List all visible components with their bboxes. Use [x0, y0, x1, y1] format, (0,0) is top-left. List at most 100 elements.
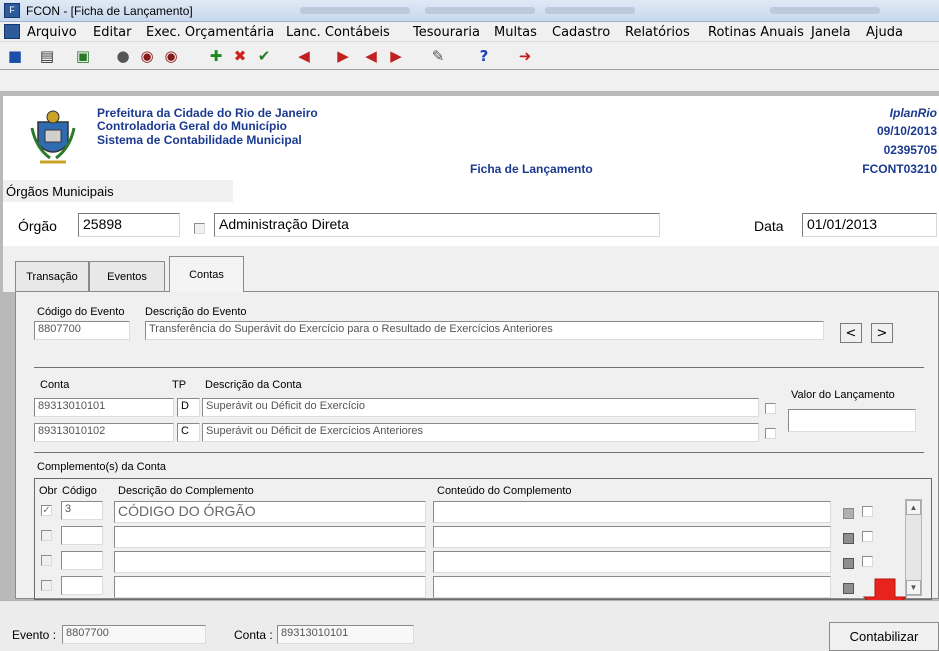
complementos-label: Complemento(s) da Conta: [37, 461, 167, 473]
header-user-id: 02395705: [883, 143, 937, 157]
lov-button[interactable]: [843, 558, 854, 569]
menu-ajuda[interactable]: Ajuda: [866, 25, 903, 40]
menu-cadastro[interactable]: Cadastro: [552, 25, 610, 40]
next-record-icon[interactable]: ▶: [385, 45, 407, 67]
data-label: Data: [754, 218, 784, 234]
conta-checkbox[interactable]: [765, 428, 776, 439]
org-line-1: Prefeitura da Cidade do Rio de Janeiro: [97, 106, 318, 120]
orgao-label: Órgão: [18, 218, 57, 234]
menu-tesouraria[interactable]: Tesouraria: [413, 25, 480, 40]
footer-conta-label: Conta :: [234, 628, 273, 642]
previous-event-button[interactable]: <: [840, 323, 862, 343]
tab-contas[interactable]: Contas: [169, 256, 244, 292]
previous-record-icon[interactable]: ◀: [360, 45, 382, 67]
tab-eventos[interactable]: Eventos: [89, 261, 165, 292]
lov-button[interactable]: [843, 533, 854, 544]
menu-rotinas-anuais[interactable]: Rotinas Anuais: [708, 25, 804, 40]
divider: [34, 452, 924, 453]
descricao-conta-field[interactable]: Superávit ou Déficit de Exercícios Anter…: [202, 423, 759, 442]
obr-label: Obr: [39, 485, 58, 497]
toolbar-spacer: [0, 70, 939, 91]
row-checkbox[interactable]: [862, 556, 873, 567]
tp-label: TP: [172, 379, 187, 391]
help-icon[interactable]: ?: [473, 45, 495, 67]
descricao-complemento-field[interactable]: [114, 526, 426, 548]
descricao-complemento-field[interactable]: [114, 576, 426, 598]
footer-conta-field: 89313010101: [277, 625, 414, 644]
query-icon[interactable]: ●: [112, 45, 134, 67]
codigo-evento-field[interactable]: 8807700: [34, 321, 130, 340]
codigo-complemento-field[interactable]: [61, 576, 103, 595]
conteudo-complemento-field[interactable]: [433, 526, 831, 548]
tp-field[interactable]: D: [177, 398, 200, 417]
menu-lanc-contabeis[interactable]: Lanc. Contábeis: [286, 25, 390, 40]
descricao-conta-field[interactable]: Superávit ou Déficit do Exercício: [202, 398, 759, 417]
form-title: Ficha de Lançamento: [470, 162, 593, 176]
menu-editar[interactable]: Editar: [93, 25, 132, 40]
menu-relatorios[interactable]: Relatórios: [625, 25, 690, 40]
obr-checkbox[interactable]: [41, 530, 52, 541]
contabilizar-button[interactable]: Contabilizar: [829, 622, 939, 651]
conta-label: Conta: [40, 379, 70, 391]
descricao-complemento-field[interactable]: [114, 551, 426, 573]
tab-transacao[interactable]: Transação: [15, 261, 89, 292]
lov-button[interactable]: [843, 583, 854, 594]
conta-field[interactable]: 89313010101: [34, 398, 174, 417]
row-checkbox[interactable]: [862, 531, 873, 542]
orgao-description-field[interactable]: Administração Direta: [214, 213, 660, 237]
scroll-up-icon[interactable]: ▲: [906, 500, 921, 515]
city-crest-icon: [30, 110, 76, 164]
preview-icon[interactable]: ▣: [72, 45, 94, 67]
next-block-icon[interactable]: ▶: [332, 45, 354, 67]
codigo-complemento-field[interactable]: [61, 526, 103, 545]
orgao-code-field[interactable]: 25898: [78, 213, 180, 237]
mdi-icon[interactable]: [4, 24, 20, 39]
header-date: 09/10/2013: [876, 124, 937, 138]
delete-record-icon[interactable]: ✖: [229, 45, 251, 67]
menu-multas[interactable]: Multas: [494, 25, 537, 40]
obr-checkbox-checked[interactable]: ✓: [41, 505, 52, 516]
menu-arquivo[interactable]: Arquivo: [27, 25, 77, 40]
data-field[interactable]: 01/01/2013: [802, 213, 937, 237]
codigo-complemento-field[interactable]: 3: [61, 501, 103, 520]
conteudo-complemento-label: Conteúdo do Complemento: [437, 485, 572, 497]
descricao-evento-label: Descrição do Evento: [145, 306, 247, 318]
codigo-evento-label: Código do Evento: [37, 306, 125, 318]
descricao-complemento-field[interactable]: CÓDIGO DO ÓRGÃO: [114, 501, 426, 523]
row-checkbox[interactable]: [862, 506, 873, 517]
next-event-button[interactable]: >: [871, 323, 893, 343]
app-icon[interactable]: F: [4, 3, 20, 18]
scroll-down-icon[interactable]: ▼: [906, 580, 921, 595]
obr-checkbox[interactable]: [41, 555, 52, 566]
clear-record-icon[interactable]: ✔: [253, 45, 275, 67]
tp-field[interactable]: C: [177, 423, 200, 442]
first-record-icon[interactable]: ◀: [293, 45, 315, 67]
codigo-label: Código: [62, 485, 97, 497]
execute-query-icon[interactable]: ◉: [136, 45, 158, 67]
save-icon[interactable]: ■: [4, 45, 26, 67]
obr-checkbox[interactable]: [41, 580, 52, 591]
orgao-checkbox[interactable]: [194, 223, 205, 234]
menu-bar: Arquivo Editar Exec. Orçamentária Lanc. …: [0, 22, 939, 42]
codigo-complemento-field[interactable]: [61, 551, 103, 570]
conteudo-complemento-field[interactable]: [433, 501, 831, 523]
edit-icon[interactable]: ✎: [427, 45, 449, 67]
blurred-tab: [770, 7, 880, 14]
conta-field[interactable]: 89313010102: [34, 423, 174, 442]
exit-icon[interactable]: ➜: [514, 45, 536, 67]
conta-checkbox[interactable]: [765, 403, 776, 414]
print-icon[interactable]: ▤: [36, 45, 58, 67]
valor-lancamento-field[interactable]: [788, 409, 916, 432]
descricao-evento-field[interactable]: Transferência do Superávit do Exercício …: [145, 321, 824, 340]
blurred-tab: [545, 7, 635, 14]
header-form-code: FCONT03210: [862, 162, 937, 176]
toolbar: ■ ▤ ▣ ● ◉ ◉ ✚ ✖ ✔ ◀ ▶ ◀ ▶ ✎ ? ➜: [0, 42, 939, 70]
insert-record-icon[interactable]: ✚: [205, 45, 227, 67]
footer-evento-field: 8807700: [62, 625, 206, 644]
conteudo-complemento-field[interactable]: [433, 576, 831, 598]
menu-exec-orcamentaria[interactable]: Exec. Orçamentária: [146, 25, 274, 40]
menu-janela[interactable]: Janela: [811, 25, 851, 40]
cancel-query-icon[interactable]: ◉: [160, 45, 182, 67]
lov-button[interactable]: [843, 508, 854, 519]
conteudo-complemento-field[interactable]: [433, 551, 831, 573]
